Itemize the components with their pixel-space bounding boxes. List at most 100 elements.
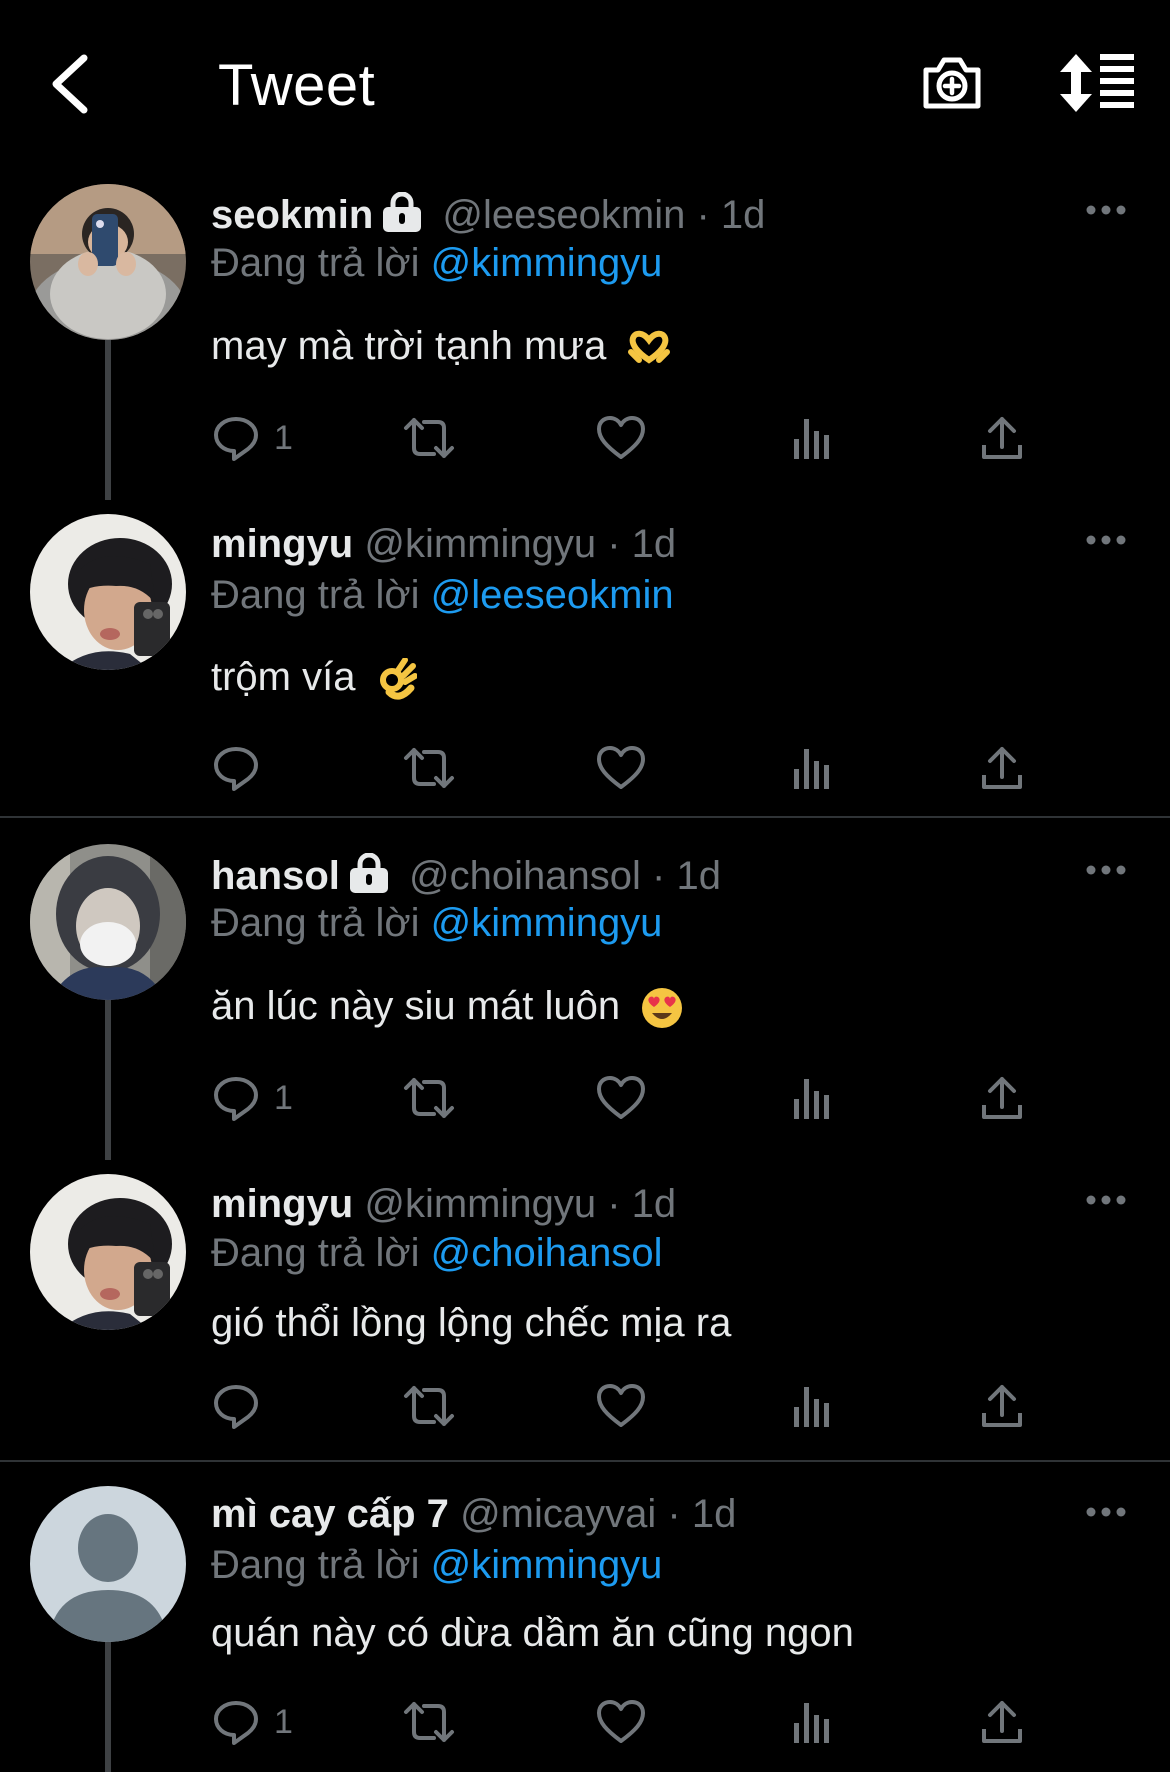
reply-button[interactable]: 1 (212, 408, 293, 468)
views-button[interactable] (792, 738, 832, 798)
share-icon (982, 1077, 1022, 1119)
share-button[interactable] (980, 1376, 1024, 1436)
retweet-button[interactable] (402, 1376, 456, 1436)
share-icon (982, 417, 1022, 459)
views-icon (794, 1703, 829, 1743)
share-button[interactable] (980, 738, 1024, 798)
like-button[interactable] (596, 738, 646, 798)
views-icon (794, 1079, 829, 1119)
more-icon[interactable] (1086, 1506, 1126, 1518)
tweet-item[interactable]: mingyu @kimmingyu · 1d Đang trả lời @cho… (0, 1170, 1170, 1460)
replying-to-label: Đang trả lời (211, 241, 420, 285)
mention-link[interactable]: @kimmingyu (431, 241, 663, 285)
retweet-button[interactable] (402, 1692, 456, 1752)
avatar[interactable] (30, 514, 186, 670)
mention-link[interactable]: @kimmingyu (431, 901, 663, 945)
mention-link[interactable]: @leeseokmin (431, 573, 674, 617)
reply-button[interactable]: 1 (212, 1068, 293, 1128)
heart-icon (597, 1076, 645, 1119)
retweet-icon (404, 1386, 454, 1426)
user-handle[interactable]: @choihansol (409, 854, 641, 898)
top-bar: Tweet (0, 0, 1170, 170)
avatar[interactable] (30, 844, 186, 1000)
heart-icon (597, 416, 645, 459)
reply-icon (214, 1701, 258, 1745)
views-icon (794, 419, 829, 459)
camera-plus-icon[interactable] (920, 50, 984, 114)
tweet-actions: 1 (0, 1692, 1170, 1752)
retweet-button[interactable] (402, 1068, 456, 1128)
like-button[interactable] (596, 408, 646, 468)
tweet-actions: 1 (0, 408, 1170, 468)
timestamp: · 1d (607, 1182, 677, 1226)
reply-icon (214, 417, 258, 461)
tweet-item[interactable]: mì cay cấp 7 @micayvai · 1d Đang trả lời… (0, 1482, 1170, 1772)
share-button[interactable] (980, 1692, 1024, 1752)
heart-eyes-emoji (642, 988, 683, 1029)
tweet-actions (0, 1376, 1170, 1436)
more-icon[interactable] (1086, 1194, 1126, 1206)
user-handle[interactable]: @kimmingyu (364, 522, 596, 566)
display-name[interactable]: mì cay cấp 7 (211, 1492, 449, 1536)
mention-link[interactable]: @choihansol (431, 1231, 663, 1275)
retweet-icon (404, 1702, 454, 1742)
lock-icon (383, 192, 422, 232)
like-button[interactable] (596, 1068, 646, 1128)
share-button[interactable] (980, 408, 1024, 468)
share-icon (982, 1701, 1022, 1743)
mention-link[interactable]: @kimmingyu (431, 1543, 663, 1587)
tweet-actions (0, 738, 1170, 798)
user-handle[interactable]: @micayvai (460, 1492, 656, 1536)
tweet-text-content: gió thổi lồng lộng chếc mịa ra (211, 1301, 732, 1345)
reply-button[interactable]: 1 (212, 1692, 293, 1752)
replying-to-label: Đang trả lời (211, 1543, 420, 1587)
tweet-text-content: trộm vía (211, 655, 356, 699)
views-button[interactable] (792, 408, 832, 468)
tweet-header: seokmin @leeseokmin · 1d (211, 191, 765, 239)
replying-to: Đang trả lời @kimmingyu (211, 899, 662, 947)
reply-count: 1 (274, 1078, 293, 1117)
reply-button[interactable] (212, 738, 274, 798)
more-icon[interactable] (1086, 204, 1126, 216)
tweet-text: ăn lúc này siu mát luôn (211, 981, 683, 1031)
retweet-icon (404, 418, 454, 458)
reply-icon (214, 747, 258, 791)
reply-icon (214, 1077, 258, 1121)
chevron-left-icon[interactable] (44, 52, 100, 116)
reply-button[interactable] (212, 1376, 274, 1436)
views-button[interactable] (792, 1376, 832, 1436)
tweet-text: trộm vía (211, 652, 417, 702)
avatar[interactable] (30, 184, 186, 340)
user-handle[interactable]: @kimmingyu (364, 1182, 596, 1226)
replying-to: Đang trả lời @choihansol (211, 1229, 663, 1277)
more-icon[interactable] (1086, 864, 1126, 876)
like-button[interactable] (596, 1376, 646, 1436)
user-handle[interactable]: @leeseokmin (442, 193, 685, 237)
display-name[interactable]: mingyu (211, 1182, 353, 1226)
tweet-item[interactable]: mingyu @kimmingyu · 1d Đang trả lời @lee… (0, 510, 1170, 816)
tweet-text-content: quán này có dừa dầm ăn cũng ngon (211, 1611, 854, 1655)
sort-icon[interactable] (1058, 52, 1136, 114)
tweet-item[interactable]: seokmin @leeseokmin · 1d Đang trả lời @k… (0, 180, 1170, 500)
timestamp: · 1d (607, 522, 677, 566)
views-button[interactable] (792, 1692, 832, 1752)
tweet-item[interactable]: hansol @choihansol · 1d Đang trả lời @ki… (0, 840, 1170, 1160)
display-name[interactable]: mingyu (211, 522, 353, 566)
retweet-icon (404, 1078, 454, 1118)
views-button[interactable] (792, 1068, 832, 1128)
tweet-text: quán này có dừa dầm ăn cũng ngon (211, 1608, 854, 1658)
avatar[interactable] (30, 1486, 186, 1642)
display-name[interactable]: hansol (211, 854, 340, 898)
share-button[interactable] (980, 1068, 1024, 1128)
more-icon[interactable] (1086, 534, 1126, 546)
tweet-text: may mà trời tạnh mưa (211, 321, 671, 371)
avatar[interactable] (30, 1174, 186, 1330)
display-name[interactable]: seokmin (211, 193, 373, 237)
retweet-button[interactable] (402, 738, 456, 798)
retweet-button[interactable] (402, 408, 456, 468)
replying-to: Đang trả lời @leeseokmin (211, 571, 674, 619)
tweet-text-content: may mà trời tạnh mưa (211, 324, 607, 368)
like-button[interactable] (596, 1692, 646, 1752)
heart-hands-emoji (628, 331, 671, 365)
views-icon (794, 749, 829, 789)
